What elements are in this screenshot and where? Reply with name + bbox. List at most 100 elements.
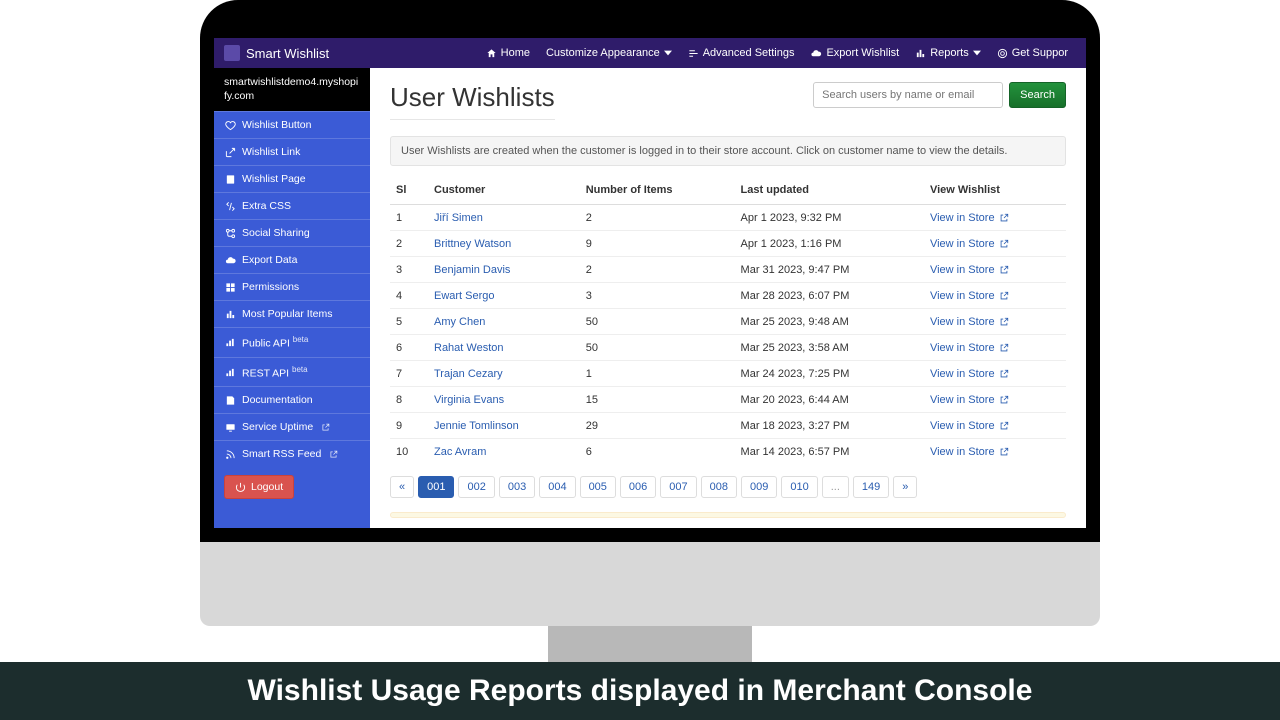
pagination-page[interactable]: 001: [418, 476, 454, 498]
cell-items: 29: [580, 413, 735, 439]
sidebar-item-wishlist-page[interactable]: Wishlist Page: [214, 165, 370, 192]
sidebar-item-label: Public API beta: [242, 335, 308, 350]
sidebar-item-label: Most Popular Items: [242, 308, 332, 320]
view-in-store-link[interactable]: View in Store: [930, 420, 1009, 432]
view-in-store-link[interactable]: View in Store: [930, 212, 1009, 224]
customer-link[interactable]: Virginia Evans: [434, 394, 504, 406]
sidebar-item-rest-api[interactable]: REST API beta: [214, 357, 370, 387]
view-in-store-link[interactable]: View in Store: [930, 394, 1009, 406]
pagination-page[interactable]: 008: [701, 476, 737, 498]
sidebar-item-smart-rss-feed[interactable]: Smart RSS Feed: [214, 440, 370, 467]
brand-name: Smart Wishlist: [246, 46, 329, 61]
sidebar-item-permissions[interactable]: Permissions: [214, 273, 370, 300]
cell-updated: Apr 1 2023, 9:32 PM: [735, 205, 924, 231]
customer-link[interactable]: Brittney Watson: [434, 238, 511, 250]
sidebar-item-service-uptime[interactable]: Service Uptime: [214, 413, 370, 440]
sidebar-item-label: Service Uptime: [242, 421, 313, 433]
external-link-icon: [329, 450, 338, 459]
external-link-icon: [999, 421, 1009, 431]
pagination-page[interactable]: 005: [580, 476, 616, 498]
monitor-base: [200, 542, 1100, 626]
pagination-page[interactable]: «: [390, 476, 414, 498]
cloud-download-icon: [810, 48, 822, 59]
view-in-store-link[interactable]: View in Store: [930, 316, 1009, 328]
sidebar-item-most-popular-items[interactable]: Most Popular Items: [214, 300, 370, 327]
cell-sl: 9: [390, 413, 428, 439]
cell-updated: Mar 20 2023, 6:44 AM: [735, 387, 924, 413]
external-link-icon: [321, 423, 330, 432]
pagination-page[interactable]: 010: [781, 476, 817, 498]
view-in-store-link[interactable]: View in Store: [930, 368, 1009, 380]
sidebar-item-icon: [224, 228, 236, 239]
col-items: Number of Items: [580, 176, 735, 205]
cell-sl: 8: [390, 387, 428, 413]
nav-get-support[interactable]: Get Suppor: [989, 47, 1076, 59]
cell-updated: Mar 25 2023, 9:48 AM: [735, 309, 924, 335]
caption-text: Wishlist Usage Reports displayed in Merc…: [248, 674, 1033, 708]
sidebar-item-label: Wishlist Link: [242, 146, 300, 158]
nav-export-label: Export Wishlist: [826, 47, 899, 59]
sidebar-item-documentation[interactable]: Documentation: [214, 386, 370, 413]
sidebar-item-wishlist-button[interactable]: Wishlist Button: [214, 111, 370, 138]
nav-customize-label: Customize Appearance: [546, 47, 660, 59]
cell-items: 50: [580, 335, 735, 361]
external-link-icon: [999, 447, 1009, 457]
cell-sl: 3: [390, 257, 428, 283]
customer-link[interactable]: Jiří Simen: [434, 212, 483, 224]
pagination-page[interactable]: 009: [741, 476, 777, 498]
external-link-icon: [999, 239, 1009, 249]
customer-link[interactable]: Benjamin Davis: [434, 264, 510, 276]
customer-link[interactable]: Zac Avram: [434, 446, 486, 458]
sidebar: smartwishlistdemo4.myshopify.com Wishlis…: [214, 68, 370, 528]
view-in-store-link[interactable]: View in Store: [930, 290, 1009, 302]
nav-customize-appearance[interactable]: Customize Appearance: [538, 47, 680, 59]
store-domain: smartwishlistdemo4.myshopify.com: [214, 68, 370, 111]
table-row: 5Amy Chen50Mar 25 2023, 9:48 AMView in S…: [390, 309, 1066, 335]
sidebar-item-export-data[interactable]: Export Data: [214, 246, 370, 273]
sidebar-item-extra-css[interactable]: Extra CSS: [214, 192, 370, 219]
nav-home-label: Home: [501, 47, 530, 59]
cell-updated: Mar 14 2023, 6:57 PM: [735, 439, 924, 465]
home-icon: [486, 48, 497, 59]
search-button[interactable]: Search: [1009, 82, 1066, 108]
pagination-page[interactable]: 149: [853, 476, 889, 498]
topbar: Smart Wishlist Home Customize Appearance…: [214, 38, 1086, 68]
external-link-icon: [999, 317, 1009, 327]
pagination-page[interactable]: 006: [620, 476, 656, 498]
nav-advanced-settings[interactable]: Advanced Settings: [680, 47, 803, 59]
customer-link[interactable]: Trajan Cezary: [434, 368, 503, 380]
nav-home[interactable]: Home: [478, 47, 538, 59]
logout-label: Logout: [251, 481, 283, 493]
pagination-page[interactable]: 002: [458, 476, 494, 498]
table-row: 6Rahat Weston50Mar 25 2023, 3:58 AMView …: [390, 335, 1066, 361]
table-row: 3Benjamin Davis2Mar 31 2023, 9:47 PMView…: [390, 257, 1066, 283]
table-row: 7Trajan Cezary1Mar 24 2023, 7:25 PMView …: [390, 361, 1066, 387]
pagination-page[interactable]: »: [893, 476, 917, 498]
search-input[interactable]: [813, 82, 1003, 108]
view-in-store-link[interactable]: View in Store: [930, 446, 1009, 458]
col-sl: Sl: [390, 176, 428, 205]
pagination-page[interactable]: 003: [499, 476, 535, 498]
pagination-page[interactable]: 004: [539, 476, 575, 498]
cell-items: 15: [580, 387, 735, 413]
pagination-page[interactable]: 007: [660, 476, 696, 498]
customer-link[interactable]: Jennie Tomlinson: [434, 420, 519, 432]
nav-reports[interactable]: Reports: [907, 47, 989, 59]
sidebar-item-public-api[interactable]: Public API beta: [214, 327, 370, 357]
sidebar-item-wishlist-link[interactable]: Wishlist Link: [214, 138, 370, 165]
view-in-store-link[interactable]: View in Store: [930, 342, 1009, 354]
view-in-store-link[interactable]: View in Store: [930, 238, 1009, 250]
customer-link[interactable]: Ewart Sergo: [434, 290, 495, 302]
wishlist-table: Sl Customer Number of Items Last updated…: [390, 176, 1066, 464]
customer-link[interactable]: Amy Chen: [434, 316, 485, 328]
sidebar-item-icon: [224, 147, 236, 158]
sidebar-item-social-sharing[interactable]: Social Sharing: [214, 219, 370, 246]
customer-link[interactable]: Rahat Weston: [434, 342, 504, 354]
logout-button[interactable]: Logout: [224, 475, 294, 499]
table-row: 9Jennie Tomlinson29Mar 18 2023, 3:27 PMV…: [390, 413, 1066, 439]
info-banner: User Wishlists are created when the cust…: [390, 136, 1066, 166]
sidebar-item-icon: [224, 337, 236, 348]
view-in-store-link[interactable]: View in Store: [930, 264, 1009, 276]
brand: Smart Wishlist: [224, 45, 329, 61]
nav-export-wishlist[interactable]: Export Wishlist: [802, 47, 907, 59]
